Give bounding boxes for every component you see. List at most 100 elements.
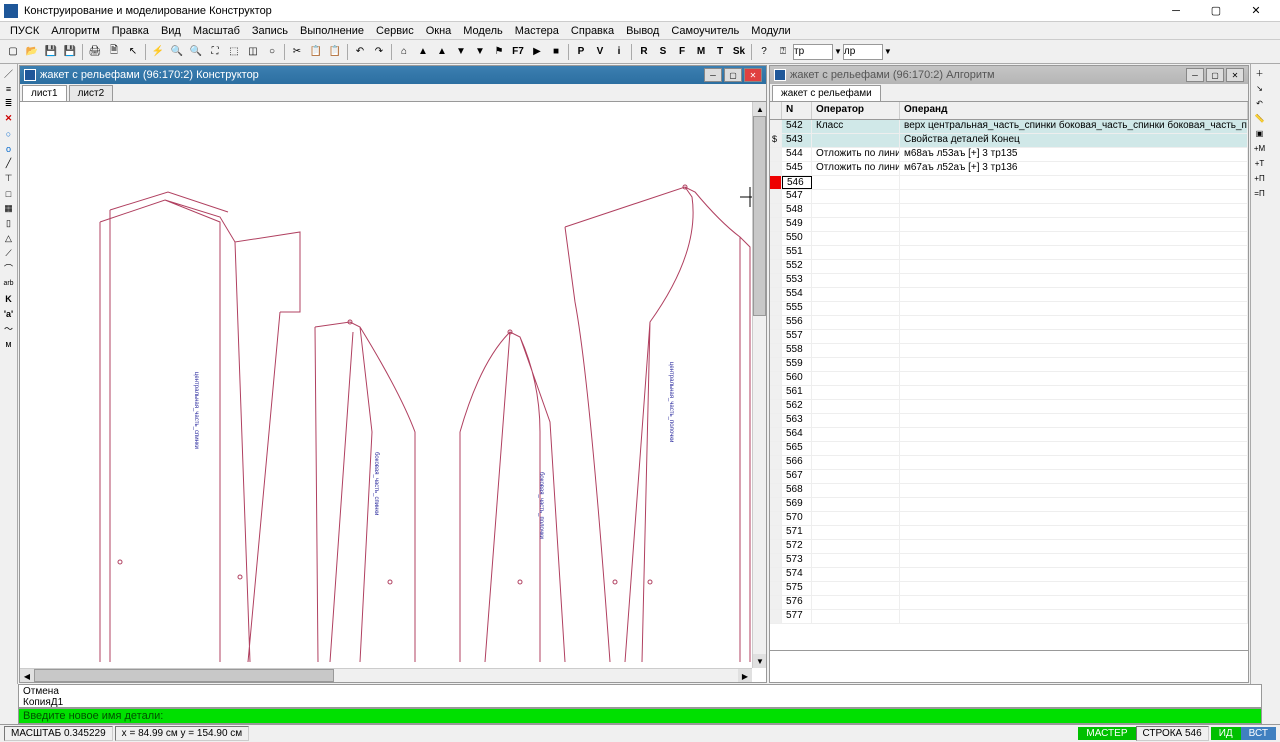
hscroll-thumb[interactable] (34, 669, 334, 682)
vscroll-thumb[interactable] (753, 116, 766, 316)
grid-row[interactable]: 575 (770, 582, 1248, 596)
menu-run[interactable]: Выполнение (294, 25, 370, 37)
refresh-icon[interactable]: ○ (263, 43, 281, 61)
i-button[interactable]: i (610, 43, 628, 61)
grid-row[interactable]: 545Отложить по линиим67аъ л52аъ [+] 3 тр… (770, 162, 1248, 176)
menu-output[interactable]: Вывод (620, 25, 665, 37)
grid-row[interactable]: 571 (770, 526, 1248, 540)
tool-hlist-icon[interactable]: ≣ (0, 96, 17, 111)
help-icon[interactable]: ? (755, 43, 773, 61)
print-preview-icon[interactable]: 🗎 (105, 43, 123, 61)
context-help-icon[interactable]: ⍰ (774, 43, 792, 61)
panel-close-button[interactable]: ✕ (744, 68, 762, 82)
toolbar-input-1[interactable] (793, 44, 833, 60)
rtool-plus-icon[interactable]: ＋ (1251, 66, 1268, 81)
tool-angle-icon[interactable]: △ (0, 231, 17, 246)
scroll-down-icon[interactable]: ▼ (753, 654, 766, 668)
rtool-arrow-icon[interactable]: ↘ (1251, 81, 1268, 96)
tool-arb-icon[interactable]: arb (0, 276, 17, 291)
zoom-select-icon[interactable]: ◫ (244, 43, 262, 61)
t-button[interactable]: T (711, 43, 729, 61)
grid-row[interactable]: 561 (770, 386, 1248, 400)
zoom-in-icon[interactable]: 🔍 (168, 43, 186, 61)
tool-square-icon[interactable]: □ (0, 186, 17, 201)
zoom-out-icon[interactable]: 🔍 (187, 43, 205, 61)
save-as-icon[interactable]: 💾 (61, 43, 79, 61)
menu-edit[interactable]: Правка (106, 25, 155, 37)
r-button[interactable]: R (635, 43, 653, 61)
grid-row[interactable]: 577 (770, 610, 1248, 624)
v-button[interactable]: V (591, 43, 609, 61)
menu-tutorial[interactable]: Самоучитель (665, 25, 745, 37)
f-button[interactable]: F (673, 43, 691, 61)
new-icon[interactable]: ▢ (4, 43, 22, 61)
zoom-fit-icon[interactable]: ⛶ (206, 43, 224, 61)
play-icon[interactable]: ▶ (528, 43, 546, 61)
up-icon[interactable]: ▲ (414, 43, 432, 61)
grid-row[interactable]: 563 (770, 414, 1248, 428)
tool-a-icon[interactable]: 'а' (0, 306, 17, 321)
tool-draw-icon[interactable]: ╱ (0, 156, 17, 171)
menu-modules[interactable]: Модули (745, 25, 796, 37)
panel-maximize-button[interactable]: ▢ (724, 68, 742, 82)
menu-record[interactable]: Запись (246, 25, 294, 37)
menu-algorithm[interactable]: Алгоритм (45, 25, 106, 37)
panel-maximize-button[interactable]: ▢ (1206, 68, 1224, 82)
tool-list-icon[interactable]: ≡ (0, 81, 17, 96)
grid-row[interactable]: 576 (770, 596, 1248, 610)
rtool-t-icon[interactable]: +Т (1251, 156, 1268, 171)
grid-row[interactable]: 564 (770, 428, 1248, 442)
tool-point-icon[interactable]: o (0, 141, 17, 156)
redo-icon[interactable]: ↷ (370, 43, 388, 61)
scroll-up-icon[interactable]: ▲ (753, 102, 766, 116)
scroll-left-icon[interactable]: ◀ (20, 669, 34, 682)
panel-close-button[interactable]: ✕ (1226, 68, 1244, 82)
cut-icon[interactable]: ✂ (288, 43, 306, 61)
tool-rect-icon[interactable]: ▯ (0, 216, 17, 231)
m-button[interactable]: M (692, 43, 710, 61)
canvas-hscrollbar[interactable]: ◀ ▶ (20, 668, 752, 682)
grid-row[interactable]: 558 (770, 344, 1248, 358)
grid-row[interactable]: 553 (770, 274, 1248, 288)
grid-row[interactable]: 565 (770, 442, 1248, 456)
window-close-button[interactable]: ✕ (1236, 0, 1276, 22)
grid-row[interactable]: 574 (770, 568, 1248, 582)
grid-row[interactable]: 573 (770, 554, 1248, 568)
grid-row[interactable]: 568 (770, 484, 1248, 498)
tool-arc-icon[interactable]: ⌒ (0, 261, 17, 276)
zoom-tool-icon[interactable]: ⚡ (149, 43, 167, 61)
grid-header-operator[interactable]: Оператор (812, 102, 900, 119)
toolbar-input-2[interactable] (843, 44, 883, 60)
window-maximize-button[interactable]: ▢ (1196, 0, 1236, 22)
grid-row[interactable]: 559 (770, 358, 1248, 372)
scroll-right-icon[interactable]: ▶ (738, 669, 752, 682)
tool-close-icon[interactable]: ✕ (0, 111, 17, 126)
up2-icon[interactable]: ▲ (433, 43, 451, 61)
menu-model[interactable]: Модель (457, 25, 508, 37)
tool-t-icon[interactable]: ⊤ (0, 171, 17, 186)
panel-minimize-button[interactable]: ─ (704, 68, 722, 82)
grid-row[interactable]: 548 (770, 204, 1248, 218)
f7-button[interactable]: F7 (509, 43, 527, 61)
algorithm-tab[interactable]: жакет с рельефами (772, 85, 881, 101)
grid-row[interactable]: 572 (770, 540, 1248, 554)
menu-start[interactable]: ПУСК (4, 25, 45, 37)
prompt-bar[interactable]: Введите новое имя детали: (18, 708, 1262, 724)
grid-row[interactable]: 544Отложить по линиим68аъ л53аъ [+] 3 тр… (770, 148, 1248, 162)
menu-service[interactable]: Сервис (370, 25, 420, 37)
menu-view[interactable]: Вид (155, 25, 187, 37)
stop-icon[interactable]: ■ (547, 43, 565, 61)
rtool-p-icon[interactable]: +П (1251, 171, 1268, 186)
tool-line-icon[interactable]: ／ (0, 66, 17, 81)
grid-header-operand[interactable]: Операнд (900, 102, 1248, 119)
grid-row[interactable]: 555 (770, 302, 1248, 316)
menu-masters[interactable]: Мастера (509, 25, 565, 37)
menu-help[interactable]: Справка (565, 25, 620, 37)
tool-circle-icon[interactable]: ○ (0, 126, 17, 141)
grid-row[interactable]: 550 (770, 232, 1248, 246)
cursor-icon[interactable]: ↖ (124, 43, 142, 61)
save-icon[interactable]: 💾 (42, 43, 60, 61)
grid-row[interactable]: $543Свойства деталей Конец (770, 134, 1248, 148)
grid-row[interactable]: 554 (770, 288, 1248, 302)
grid-row[interactable]: 551 (770, 246, 1248, 260)
